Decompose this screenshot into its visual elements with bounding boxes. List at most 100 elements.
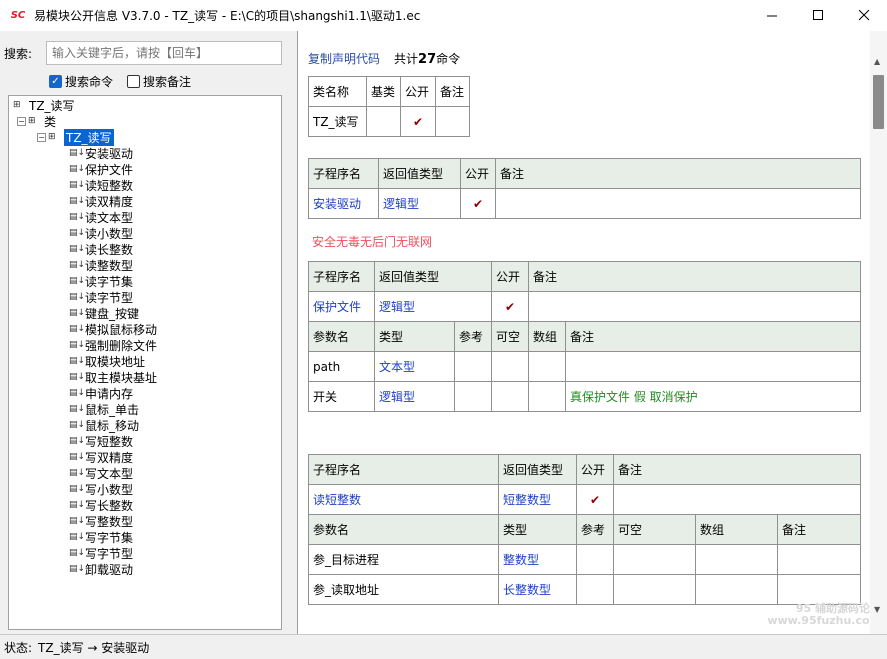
safety-note: 安全无毒无后门无联网 <box>312 235 433 249</box>
tree-item[interactable]: ▤↓ 安装驱动 <box>69 145 133 161</box>
method-icon: ▤↓ <box>69 228 86 238</box>
pane-splitter[interactable] <box>287 31 297 634</box>
collapse-icon[interactable]: − <box>37 132 46 142</box>
note-cell <box>565 351 861 382</box>
tree-item-label: 取主模块基址 <box>85 370 158 385</box>
method-icon: ▤↓ <box>69 516 86 526</box>
scroll-up-icon[interactable]: ▲ <box>874 57 880 66</box>
checkbox-unchecked-icon <box>127 75 141 88</box>
tree-item[interactable]: ▤↓ 键盘_按键 <box>69 305 139 321</box>
window-title: 易模块公开信息 V3.7.0 - TZ_读写 - E:\C的项目\shangsh… <box>34 9 421 23</box>
tree-item-label: 保护文件 <box>85 162 134 177</box>
param-name-cell: 参_目标进程 <box>308 544 499 575</box>
search-label: 搜索: <box>4 46 33 61</box>
tree-item[interactable]: ▤↓ 鼠标_单击 <box>69 401 139 417</box>
header-cell: 返回值类型 <box>498 454 577 485</box>
tree-item[interactable]: ▤↓ 读小数型 <box>69 225 133 241</box>
search-input[interactable] <box>46 41 282 65</box>
tree-item[interactable]: ▤↓ 读双精度 <box>69 193 133 209</box>
tree-item[interactable]: ▤↓ 鼠标_移动 <box>69 417 139 433</box>
tree-item[interactable]: ▤↓ 读文本型 <box>69 209 133 225</box>
param-type-link[interactable]: 整数型 <box>498 544 577 575</box>
title-bar: SC 易模块公开信息 V3.7.0 - TZ_读写 - E:\C的项目\shan… <box>0 0 887 31</box>
search-commands-checkbox[interactable]: ✓ 搜索命令 <box>49 73 113 90</box>
subroutine-name-link[interactable]: 保护文件 <box>308 291 375 322</box>
header-cell: 公开 <box>491 261 529 292</box>
tree-item[interactable]: ▤↓ 取模块地址 <box>69 353 145 369</box>
subroutine-name-link[interactable]: 读短整数 <box>308 484 499 515</box>
note-cell <box>435 106 470 137</box>
tree-item[interactable]: ▤↓ 写双精度 <box>69 449 133 465</box>
tree-item[interactable]: ▤↓ 申请内存 <box>69 385 133 401</box>
tree-item[interactable]: ▤↓ 写字节型 <box>69 545 133 561</box>
vertical-scrollbar[interactable]: ▲ ▼ <box>870 31 887 634</box>
tree-item-label: 卸载驱动 <box>85 562 134 577</box>
subroutine-table-3: 子程序名 返回值类型 公开 备注 读短整数 短整数型 ✔ 参数名 类型 参考 可… <box>308 454 861 605</box>
tree-item[interactable]: ▤↓ 读短整数 <box>69 177 133 193</box>
method-icon: ▤↓ <box>69 276 86 286</box>
tree-item[interactable]: ▤↓ 写整数型 <box>69 513 133 529</box>
tree-item[interactable]: ▤↓ 强制删除文件 <box>69 337 157 353</box>
param-name-cell: path <box>308 351 375 382</box>
checkbox-checked-icon: ✓ <box>49 75 62 88</box>
module-tree[interactable]: ⊞ TZ_读写 − ⊞ 类 − ⊞ TZ_读写 ▤↓ 安装驱动 ▤↓ 保护文件 ▤↓ 读短… <box>8 95 282 630</box>
scrollbar-thumb[interactable] <box>873 75 884 129</box>
header-cell: 备注 <box>565 321 861 352</box>
class-group-icon: ⊞ <box>28 116 36 126</box>
method-icon: ▤↓ <box>69 468 86 478</box>
tree-item[interactable]: ▤↓ 保护文件 <box>69 161 133 177</box>
tree-item[interactable]: ▤↓ 模拟鼠标移动 <box>69 321 157 337</box>
search-notes-label: 搜索备注 <box>143 75 192 89</box>
close-button[interactable] <box>841 0 887 31</box>
tree-item-label: 强制删除文件 <box>85 338 158 353</box>
method-icon: ▤↓ <box>69 484 86 494</box>
return-type-link[interactable]: 逻辑型 <box>378 188 461 219</box>
tree-class-group[interactable]: − ⊞ 类 <box>17 113 56 129</box>
tree-class-node[interactable]: − ⊞ TZ_读写 <box>37 128 114 146</box>
tree-item-label: 写双精度 <box>85 450 134 465</box>
tree-item[interactable]: ▤↓ 写字节集 <box>69 529 133 545</box>
tree-item[interactable]: ▤↓ 读字节集 <box>69 273 133 289</box>
header-cell: 参数名 <box>308 321 375 352</box>
maximize-button[interactable] <box>795 0 841 31</box>
return-type-link[interactable]: 逻辑型 <box>374 291 492 322</box>
collapse-icon[interactable]: − <box>17 116 26 126</box>
search-commands-label: 搜索命令 <box>65 75 114 89</box>
param-type-link[interactable]: 长整数型 <box>498 574 577 605</box>
array-cell <box>528 381 566 412</box>
header-cell: 数组 <box>695 514 778 545</box>
tree-item-label: 写字节型 <box>85 546 134 561</box>
header-cell: 备注 <box>777 514 861 545</box>
copy-declaration-link[interactable]: 复制声明代码 <box>308 50 380 67</box>
search-notes-checkbox[interactable]: 搜索备注 <box>127 73 191 90</box>
tree-item[interactable]: ▤↓ 写长整数 <box>69 497 133 513</box>
method-icon: ▤↓ <box>69 148 86 158</box>
minimize-button[interactable] <box>749 0 795 31</box>
nullable-cell <box>491 351 529 382</box>
tree-item[interactable]: ▤↓ 写小数型 <box>69 481 133 497</box>
tree-item[interactable]: ▤↓ 写文本型 <box>69 465 133 481</box>
tree-item-label: 写短整数 <box>85 434 134 449</box>
class-icon: ⊞ <box>48 132 56 142</box>
nullable-cell <box>613 544 696 575</box>
tree-item[interactable]: ▤↓ 写短整数 <box>69 433 133 449</box>
header-cell: 类型 <box>498 514 577 545</box>
method-icon: ▤↓ <box>69 420 86 430</box>
header-cell: 备注 <box>528 261 861 292</box>
subroutine-table-1: 子程序名 返回值类型 公开 备注 安装驱动 逻辑型 ✔ <box>308 158 861 219</box>
tree-item[interactable]: ▤↓ 读整数型 <box>69 257 133 273</box>
return-type-link[interactable]: 短整数型 <box>498 484 577 515</box>
tree-root[interactable]: ⊞ TZ_读写 <box>13 97 75 113</box>
param-type-link[interactable]: 文本型 <box>374 351 455 382</box>
subroutine-name-link[interactable]: 安装驱动 <box>308 188 379 219</box>
tree-item[interactable]: ▤↓ 取主模块基址 <box>69 369 157 385</box>
method-icon: ▤↓ <box>69 356 86 366</box>
param-type-link[interactable]: 逻辑型 <box>374 381 455 412</box>
detail-pane: 复制声明代码 共计27命令 类名称 基类 公开 备注 TZ_读写 ✔ 子程序名 … <box>297 31 887 634</box>
scroll-down-icon[interactable]: ▼ <box>874 605 880 614</box>
tree-item[interactable]: ▤↓ 读字节型 <box>69 289 133 305</box>
ref-cell <box>576 574 614 605</box>
tree-item[interactable]: ▤↓ 卸载驱动 <box>69 561 133 577</box>
tree-item[interactable]: ▤↓ 读长整数 <box>69 241 133 257</box>
header-cell: 备注 <box>495 158 861 189</box>
